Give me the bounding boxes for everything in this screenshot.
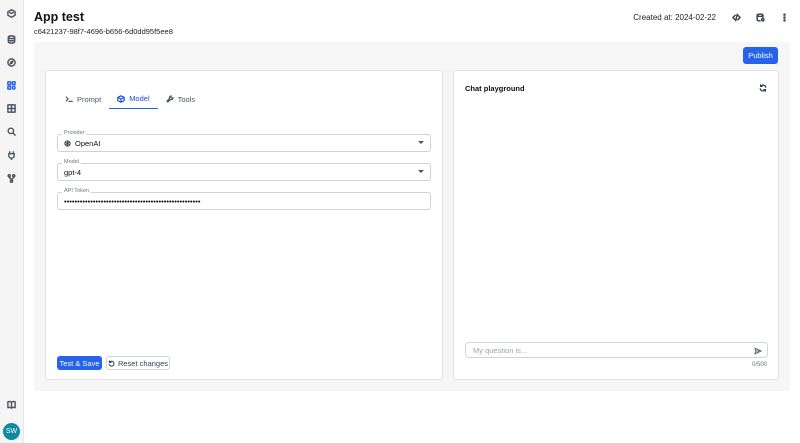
send-icon[interactable] (753, 346, 762, 355)
chat-panel: Chat playground 0/500 (453, 70, 779, 380)
fork-icon[interactable] (6, 173, 17, 184)
chat-input-box (465, 342, 768, 358)
page-title: App test (34, 10, 84, 24)
code-icon[interactable] (730, 11, 743, 24)
more-options-icon[interactable] (778, 11, 791, 24)
config-panel: Prompt Model Tools Provider OpenAI Model… (45, 70, 443, 380)
reset-changes-label: Reset changes (117, 358, 169, 368)
api-token-value: ••••••••••••••••••••••••••••••••••••••••… (64, 197, 201, 206)
book-icon[interactable] (6, 399, 17, 410)
search-icon[interactable] (6, 126, 17, 137)
model-label: Model (62, 159, 81, 165)
provider-value: OpenAI (75, 139, 101, 148)
wrench-icon (165, 95, 174, 103)
undo-icon (108, 359, 115, 367)
api-token-label: API Token (62, 188, 91, 194)
publish-button[interactable]: Publish (743, 47, 778, 64)
provider-label: Provider (62, 130, 87, 136)
sidebar: SW (0, 0, 24, 443)
model-select[interactable]: Model gpt-4 (57, 159, 431, 181)
api-token-field[interactable]: API Token ••••••••••••••••••••••••••••••… (57, 188, 431, 210)
apps-icon[interactable] (6, 80, 17, 91)
reset-changes-button[interactable]: Reset changes (106, 356, 170, 370)
terminal-icon (65, 96, 73, 102)
chevron-down-icon (418, 170, 424, 173)
test-save-button[interactable]: Test & Save (57, 356, 102, 370)
grid-icon[interactable] (6, 103, 17, 114)
char-counter: 0/500 (751, 362, 767, 368)
chat-title: Chat playground (465, 84, 525, 93)
chat-question-input[interactable] (473, 346, 743, 355)
avatar[interactable]: SW (3, 423, 20, 440)
refresh-icon[interactable] (758, 83, 768, 93)
config-tabs: Prompt Model Tools (57, 89, 203, 109)
app-id: c6421237-98f7-4696-b656-6d0dd95f5ee8 (34, 27, 173, 36)
created-date: Created at: 2024-02-22 (633, 13, 716, 22)
logo-icon[interactable] (6, 8, 17, 19)
database-icon[interactable] (6, 34, 17, 45)
tab-model[interactable]: Model (109, 89, 158, 109)
compass-icon[interactable] (6, 57, 17, 68)
main-content: Publish Prompt Model Tools Provider Open… (34, 42, 790, 391)
tab-tools-label: Tools (177, 94, 196, 104)
tab-prompt-label: Prompt (77, 94, 102, 104)
openai-icon (64, 140, 71, 147)
provider-value-wrap: OpenAI (64, 139, 100, 148)
tab-prompt[interactable]: Prompt (57, 89, 109, 109)
cube-icon (117, 94, 125, 103)
plug-icon[interactable] (6, 150, 17, 161)
model-value: gpt-4 (64, 168, 82, 177)
tab-tools[interactable]: Tools (158, 89, 204, 109)
database-settings-icon[interactable] (754, 11, 767, 24)
chevron-down-icon (418, 141, 424, 144)
provider-select[interactable]: Provider OpenAI (57, 130, 431, 152)
tab-model-label: Model (129, 94, 150, 103)
header: App test c6421237-98f7-4696-b656-6d0dd95… (24, 0, 800, 42)
